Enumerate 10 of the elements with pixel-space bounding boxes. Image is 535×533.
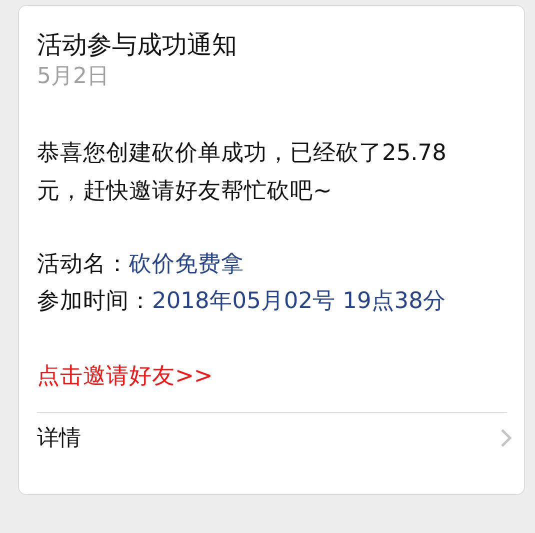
field-label: 活动名： (37, 251, 129, 277)
field-value: 2018年05月02号 19点38分 (152, 288, 446, 314)
field-label: 参加时间： (37, 288, 152, 314)
invite-link[interactable]: 点击邀请好友>> (37, 357, 213, 395)
chevron-right-icon (500, 428, 512, 448)
notification-date: 5月2日 (37, 63, 109, 91)
message-text: 恭喜您创建砍价单成功，已经砍了25.78元，赶快邀请好友帮忙砍吧~ (37, 139, 448, 206)
field-value: 砍价免费拿 (129, 251, 244, 277)
details-link[interactable]: 详情 (37, 423, 81, 453)
notification-title: 活动参与成功通知 (37, 29, 237, 61)
